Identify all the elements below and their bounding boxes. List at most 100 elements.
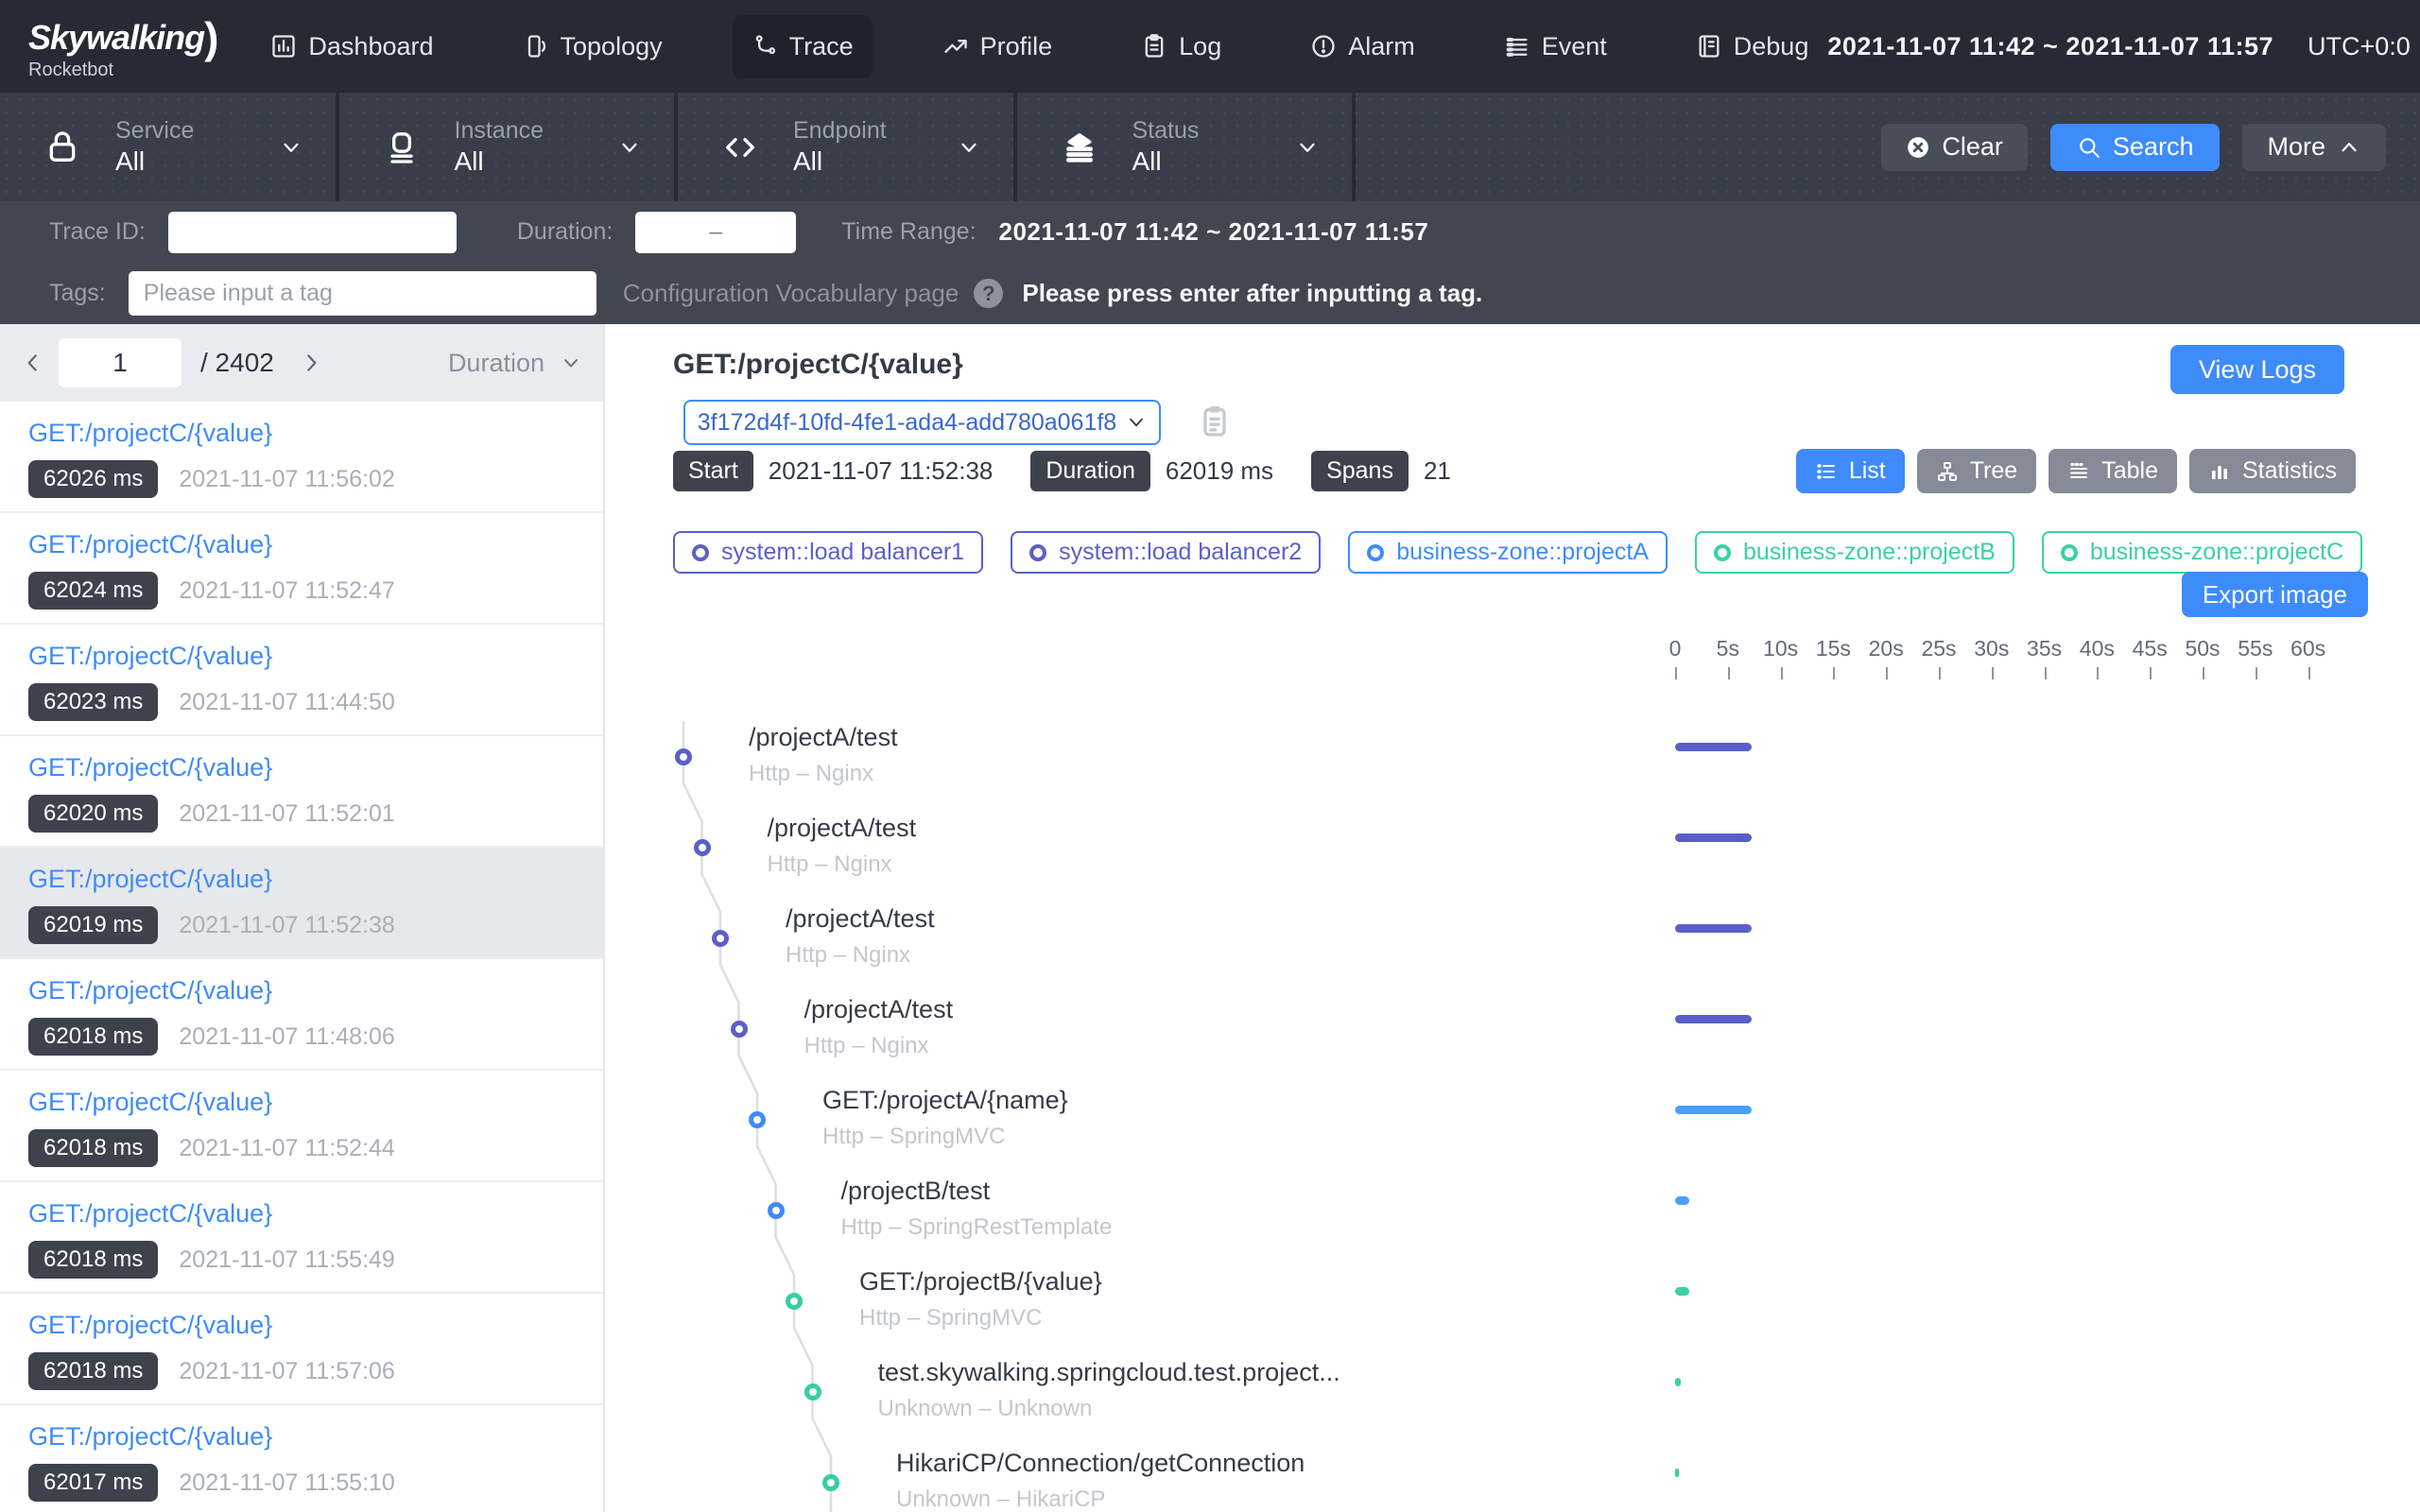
span-layer: Http – Nginx [786,942,910,969]
search-button[interactable]: Search [2050,124,2221,171]
span-row[interactable]: GET:/projectA/{name}Http – SpringMVC [605,1084,2420,1175]
trace-list-item[interactable]: GET:/projectC/{value} 62019 ms 2021-11-0… [0,848,603,959]
selector-value: All [115,146,194,177]
trace-list-item[interactable]: GET:/projectC/{value} 62017 ms 2021-11-0… [0,1405,603,1512]
view-logs-button[interactable]: View Logs [2170,345,2344,394]
span-duration-bar [1675,1469,1679,1477]
span-row[interactable]: test.skywalking.springcloud.test.project… [605,1356,2420,1447]
chevron-down-icon [1295,135,1320,160]
trace-list-item[interactable]: GET:/projectC/{value} 62024 ms 2021-11-0… [0,513,603,625]
chevron-down-icon [1126,412,1147,433]
nav-item[interactable]: Topology [504,15,682,78]
span-name: GET:/projectB/{value} [859,1267,1102,1297]
view-switcher: List Tree Table Statistics [1796,449,2356,493]
trace-list-item[interactable]: GET:/projectC/{value} 62018 ms 2021-11-0… [0,1294,603,1405]
service-chip[interactable]: system::load balancer1 [673,531,983,574]
endpoint-icon [721,129,759,166]
nav-item[interactable]: Profile [924,15,1072,78]
filter-selector[interactable]: Status All [1017,93,1357,201]
view-button[interactable]: Statistics [2189,449,2356,493]
global-time-range[interactable]: 2021-11-07 11:42 ~ 2021-11-07 11:57 [1827,32,2273,61]
trace-list-sidebar: / 2402 Duration GET:/projectC/{value} 62… [0,324,605,1512]
trace-endpoint-link[interactable]: GET:/projectC/{value} [28,1311,603,1340]
nav-item[interactable]: Log [1122,15,1240,78]
trace-list-item[interactable]: GET:/projectC/{value} 62026 ms 2021-11-0… [0,402,603,513]
clear-button[interactable]: Clear [1881,124,2028,171]
nav-item[interactable]: Alarm [1291,15,1434,78]
trace-list-item[interactable]: GET:/projectC/{value} 62023 ms 2021-11-0… [0,625,603,736]
trace-endpoint-link[interactable]: GET:/projectC/{value} [28,753,603,782]
span-row[interactable]: /projectA/testHttp – Nginx [605,812,2420,902]
page-number-input[interactable] [59,338,182,387]
service-chip[interactable]: system::load balancer2 [1011,531,1321,574]
filter-bar: Service All Instance All Endpoint All [0,93,2420,201]
nav-item[interactable]: Event [1485,15,1626,78]
trace-endpoint-link[interactable]: GET:/projectC/{value} [28,1422,603,1452]
help-icon[interactable]: ? [974,279,1003,308]
trace-endpoint-link[interactable]: GET:/projectC/{value} [28,865,603,894]
view-button[interactable]: Table [2048,449,2177,493]
tags-input[interactable] [129,271,596,316]
service-icon [43,129,81,166]
span-layer: Http – Nginx [768,851,892,878]
time-range-label: Time Range: [841,218,976,246]
trace-list-item[interactable]: GET:/projectC/{value} 62018 ms 2021-11-0… [0,959,603,1071]
trace-endpoint-link[interactable]: GET:/projectC/{value} [28,642,603,671]
more-button[interactable]: More [2242,124,2386,171]
span-row[interactable]: /projectA/testHttp – Nginx [605,721,2420,812]
filter-selector[interactable]: Endpoint All [678,93,1017,201]
trace-endpoint-link[interactable]: GET:/projectC/{value} [28,419,603,448]
service-chip[interactable]: business-zone::projectB [1695,531,2014,574]
duration-input[interactable] [635,212,796,253]
chevron-down-icon [560,352,582,374]
sort-dropdown[interactable]: Duration [448,349,582,378]
span-row[interactable]: /projectA/testHttp – Nginx [605,902,2420,993]
trace-id-input[interactable] [168,212,457,253]
nav-item[interactable]: Dashboard [251,15,452,78]
trace-endpoint-link[interactable]: GET:/projectC/{value} [28,1199,603,1228]
span-layer: Http – Nginx [804,1033,929,1059]
span-row[interactable]: /projectA/testHttp – Nginx [605,993,2420,1084]
chevron-down-icon [957,135,981,160]
trace-timestamp: 2021-11-07 11:55:49 [179,1246,394,1274]
span-row[interactable]: HikariCP/Connection/getConnectionUnknown… [605,1447,2420,1512]
trace-id-select[interactable]: 3f172d4f-10fd-4fe1-ada4-add780a061f8 [683,400,1161,445]
copy-icon[interactable] [1196,402,1234,439]
trace-endpoint-link[interactable]: GET:/projectC/{value} [28,976,603,1005]
next-page-icon[interactable] [299,351,323,375]
nav-item-label: Profile [980,32,1053,61]
table-icon [2067,460,2090,483]
vocabulary-page-link[interactable]: Configuration Vocabulary page [623,279,959,308]
service-chip[interactable]: business-zone::projectC [2042,531,2362,574]
span-name: /projectA/test [749,723,898,752]
span-row[interactable]: /projectB/testHttp – SpringRestTemplate [605,1175,2420,1265]
duration-badge: 62018 ms [28,1129,158,1167]
axis-tick-label: 5s [1717,636,1739,662]
trace-endpoint-link[interactable]: GET:/projectC/{value} [28,530,603,559]
prev-page-icon[interactable] [21,351,45,375]
export-image-button[interactable]: Export image [2182,572,2368,617]
trace-list-item[interactable]: GET:/projectC/{value} 62018 ms 2021-11-0… [0,1182,603,1294]
selector-label: Instance [455,117,544,145]
filter-selector[interactable]: Instance All [339,93,679,201]
axis-tick-label: 15s [1816,636,1851,662]
timezone-label[interactable]: UTC+0:0 [2308,32,2411,61]
main-nav: Dashboard Topology Trace Profile Log [251,15,1827,78]
trace-list-item[interactable]: GET:/projectC/{value} 62020 ms 2021-11-0… [0,736,603,848]
span-node-icon [822,1474,839,1491]
trace-endpoint-link[interactable]: GET:/projectC/{value} [28,1088,603,1117]
span-name: test.skywalking.springcloud.test.project… [878,1358,1340,1387]
nav-item[interactable]: Trace [733,15,873,78]
selector-label: Status [1132,117,1200,145]
event-icon [1504,33,1530,60]
trace-id-label: Trace ID: [49,218,146,246]
span-duration-bar [1675,1196,1689,1205]
filter-selector[interactable]: Service All [0,93,339,201]
nav-item[interactable]: Debug [1677,15,1828,78]
trace-list-item[interactable]: GET:/projectC/{value} 62018 ms 2021-11-0… [0,1071,603,1182]
view-button[interactable]: List [1796,449,1905,493]
span-row[interactable]: GET:/projectB/{value}Http – SpringMVC [605,1265,2420,1356]
view-button[interactable]: Tree [1917,449,2036,493]
tags-hint: Please press enter after inputting a tag… [1022,279,1482,308]
service-chip[interactable]: business-zone::projectA [1348,531,1668,574]
